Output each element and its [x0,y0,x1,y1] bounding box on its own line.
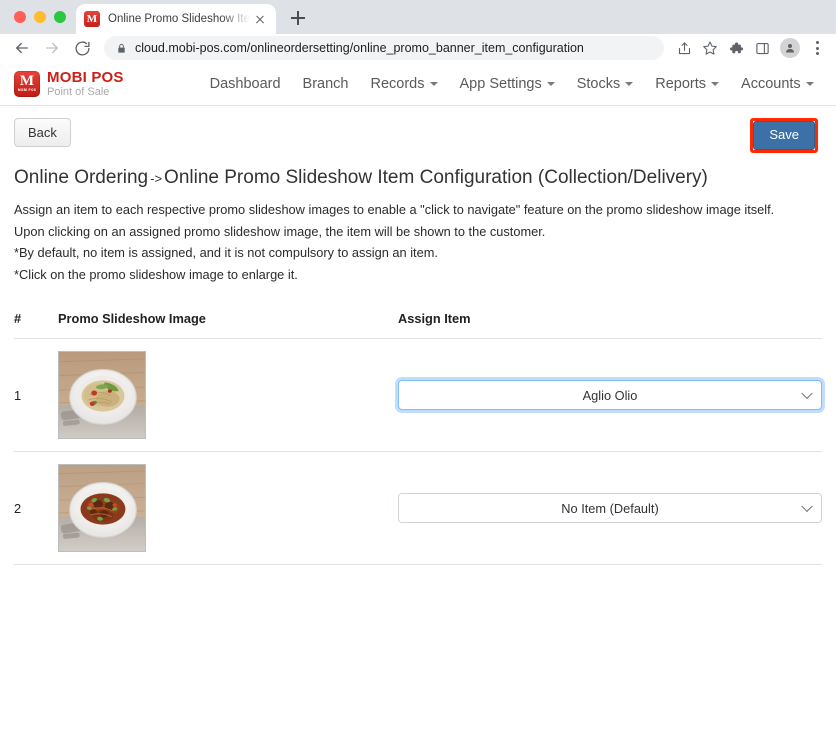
tab-strip: M Online Promo Slideshow Item C [0,0,836,34]
nav-item-label: Accounts [741,75,801,92]
page-title: Online Ordering -> Online Promo Slideshow … [14,167,822,190]
row-image-cell [58,338,398,453]
assign-item-value: Aglio Olio [582,387,638,403]
brand-title: MOBI POS [47,68,124,86]
row-assign-cell: No Item (Default) [398,451,822,566]
mobi-pos-favicon: M [84,11,100,27]
favicon-letter: M [86,12,98,25]
chevron-down-icon [801,387,813,400]
chevron-down-icon [625,81,634,86]
tab-title: Online Promo Slideshow Item C [108,13,250,25]
kebab-dot [815,41,819,44]
side-panel-icon[interactable] [750,36,774,60]
minimize-window-button[interactable] [34,11,46,23]
nav-item-app-settings[interactable]: App Settings [460,76,555,92]
nav-item-records[interactable]: Records [371,76,438,92]
chevron-down-icon [805,81,814,86]
forward-navigation-icon[interactable] [38,34,66,62]
nav-item-stocks[interactable]: Stocks [577,76,634,92]
brand-logo[interactable]: M MOBI POS MOBI POS Point of Sale [14,70,124,98]
description-line: *By default, no item is assigned, and it… [14,245,438,261]
page-title-suffix: Online Promo Slideshow Item Configuratio… [164,166,708,188]
logo-subtext: MOBI POS [17,87,37,92]
row-number: 2 [14,451,58,566]
page-description: Assign an item to each respective promo … [14,200,822,285]
close-window-button[interactable] [14,11,26,23]
table-head: # Promo Slideshow Image Assign Item [14,311,822,340]
description-line: *Click on the promo slideshow image to e… [14,267,298,283]
save-button[interactable]: Save [753,121,815,150]
logo-letter: M [19,72,35,89]
page-title-prefix: Online Ordering [14,166,149,188]
promo-slideshow-image-2[interactable] [58,464,146,553]
table-row: 2 No Item (Default) [14,451,822,566]
assign-item-select-1[interactable]: Aglio Olio [398,380,822,411]
assign-item-select-2[interactable]: No Item (Default) [398,493,822,524]
row-assign-cell: Aglio Olio [398,338,822,453]
table-row: 1 Aglio Olio [14,338,822,453]
column-header-image: Promo Slideshow Image [58,311,398,340]
back-navigation-icon[interactable] [8,34,36,62]
column-header-number: # [14,311,58,340]
description-line: Upon clicking on an assigned promo slide… [14,223,546,239]
nav-item-branch[interactable]: Branch [303,76,349,92]
chevron-down-icon [711,81,720,86]
address-bar[interactable]: cloud.mobi-pos.com/onlineordersetting/on… [104,36,664,60]
profile-avatar-icon[interactable] [780,38,800,58]
brand-subtitle: Point of Sale [47,85,110,98]
nav-item-label: Stocks [576,75,621,92]
brand-text: MOBI POS Point of Sale [47,70,124,98]
row-number: 1 [14,338,58,453]
description-line: Assign an item to each respective promo … [14,201,775,217]
browser-chrome: M Online Promo Slideshow Item C cloud.mo… [0,0,836,62]
bookmark-star-icon[interactable] [698,36,722,60]
nav-item-dashboard[interactable]: Dashboard [210,76,281,92]
nav-item-reports[interactable]: Reports [655,75,720,92]
lock-icon [116,43,127,54]
promo-slideshow-image-1[interactable] [58,351,146,440]
page-title-arrow: -> [150,170,163,186]
maximize-window-button[interactable] [54,11,66,23]
promo-slideshow-table: # Promo Slideshow Image Assign Item 1 Ag… [14,311,822,566]
page-toolbar: Back Save [14,106,822,153]
nav-item-label: Branch [302,75,349,92]
chrome-menu-kebab-icon[interactable] [806,36,828,60]
column-header-assign-item: Assign Item [398,311,822,340]
close-tab-icon[interactable] [252,11,268,27]
page-content: Back Save Online Ordering -> Online Promo … [0,106,836,566]
mobi-pos-logo-icon: M MOBI POS [14,70,40,97]
nav-item-label: App Settings [459,75,542,92]
table-body: 1 Aglio Olio 2 No Item (Default) [14,338,822,566]
table-header-row: # Promo Slideshow Image Assign Item [14,311,822,340]
share-icon[interactable] [672,36,696,60]
kebab-dot [815,52,819,55]
back-button[interactable]: Back [14,118,71,147]
nav-item-label: Records [370,75,425,92]
reload-icon[interactable] [68,34,96,62]
chevron-down-icon [801,500,813,513]
extensions-puzzle-icon[interactable] [724,36,748,60]
new-tab-button[interactable] [284,4,312,32]
url-text: cloud.mobi-pos.com/onlineordersetting/on… [135,41,584,55]
window-traffic-lights [10,0,76,34]
save-button-highlight: Save [750,118,818,153]
kebab-dot [815,46,819,50]
nav-links: Dashboard Branch Records App Settings St… [210,76,814,92]
assign-item-value: No Item (Default) [561,500,659,516]
browser-tab[interactable]: M Online Promo Slideshow Item C [76,4,276,34]
nav-item-label: Reports [655,75,707,92]
nav-item-accounts[interactable]: Accounts [741,76,814,92]
browser-toolbar: cloud.mobi-pos.com/onlineordersetting/on… [0,34,836,62]
site-navbar: M MOBI POS MOBI POS Point of Sale Dashbo… [0,62,836,106]
chevron-down-icon [429,81,438,86]
nav-item-label: Dashboard [209,75,281,92]
chevron-down-icon [546,81,555,86]
row-image-cell [58,451,398,566]
